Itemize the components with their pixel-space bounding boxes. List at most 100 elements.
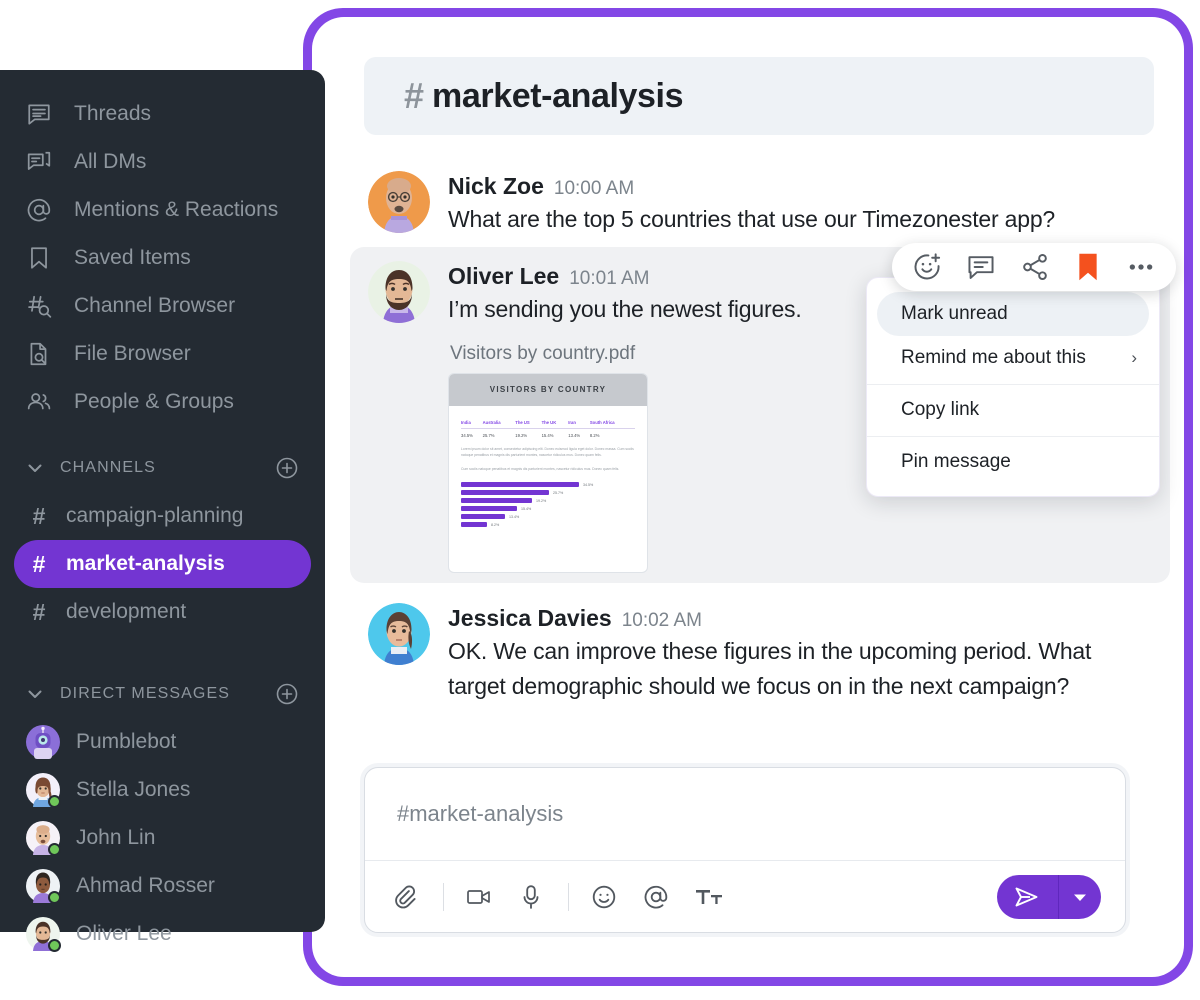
sidebar-item-threads[interactable]: Threads	[0, 90, 325, 138]
message-body: Jessica Davies 10:02 AM OK. We can impro…	[448, 603, 1152, 704]
chat-window-frame: # market-analysis Nick Zoe 10:00 AM What…	[303, 8, 1193, 986]
message-timestamp: 10:00 AM	[553, 178, 635, 199]
sidebar-item-label: People & Groups	[74, 390, 234, 413]
sidebar-item-mentions-reactions[interactable]: Mentions & Reactions	[0, 186, 325, 234]
record-video-button[interactable]	[466, 884, 494, 910]
chevron-down-icon[interactable]	[26, 685, 44, 703]
attachment-preview[interactable]: VISITORS BY COUNTRY India Australia The …	[448, 372, 648, 573]
table-header-cell: Iran	[568, 419, 590, 429]
message-author: Nick Zoe	[448, 173, 544, 199]
bar	[461, 482, 579, 487]
sidebar-item-people-groups[interactable]: People & Groups	[0, 378, 325, 426]
sidebar-dm-oliver-lee[interactable]: Oliver Lee	[0, 910, 325, 958]
attach-file-button[interactable]	[391, 884, 417, 910]
avatar	[26, 869, 61, 904]
channels-section-header[interactable]: CHANNELS	[0, 444, 325, 492]
channel-label: campaign-planning	[66, 504, 244, 527]
dm-label: John Lin	[76, 826, 156, 849]
sidebar-dm-ahmad-rosser[interactable]: Ahmad Rosser	[0, 862, 325, 910]
sidebar-channel-development[interactable]: # development	[14, 588, 311, 636]
chevron-down-icon[interactable]	[26, 459, 44, 477]
sidebar-item-label: Mentions & Reactions	[74, 198, 279, 221]
pdf-title-band: VISITORS BY COUNTRY	[449, 373, 647, 406]
table-header-cell: South Africa	[589, 419, 635, 429]
insert-emoji-button[interactable]	[591, 884, 617, 910]
send-options-button[interactable]	[1059, 891, 1101, 903]
reply-in-thread-icon[interactable]	[966, 252, 996, 282]
save-message-icon[interactable]	[1074, 252, 1102, 282]
message-context-menu: Mark unread Remind me about this › Copy …	[866, 277, 1160, 497]
sidebar-item-label: Channel Browser	[74, 294, 236, 317]
pdf-paragraph: Lorem ipsum dolor sit amet, consectetur …	[461, 446, 634, 457]
bar-label: 15.4%	[521, 506, 532, 511]
sidebar-item-label: Threads	[74, 102, 152, 125]
message-timestamp: 10:01 AM	[569, 267, 650, 289]
at-mention-icon	[26, 197, 56, 223]
sidebar-item-label: File Browser	[74, 342, 191, 365]
sidebar-item-label: Saved Items	[74, 246, 191, 269]
avatar	[26, 917, 61, 952]
menu-item-label: Pin message	[901, 451, 1011, 472]
send-button-group	[997, 874, 1101, 919]
avatar	[26, 725, 60, 759]
bar-row: 8.2%	[461, 522, 635, 527]
table-header-cell: India	[461, 419, 483, 429]
message-author: Oliver Lee	[448, 262, 560, 289]
menu-item-pin-message[interactable]: Pin message	[867, 436, 1159, 484]
app-root: # market-analysis Nick Zoe 10:00 AM What…	[0, 0, 1200, 1000]
bar-row: 34.5%	[461, 482, 635, 487]
menu-item-mark-unread[interactable]: Mark unread	[877, 292, 1149, 336]
more-actions-icon[interactable]	[1126, 252, 1156, 282]
message-header: Jessica Davies 10:02 AM	[448, 605, 1152, 632]
table-header-cell: The UK	[541, 419, 569, 429]
sidebar-dm-john-lin[interactable]: John Lin	[0, 814, 325, 862]
bar-row: 13.4%	[461, 514, 635, 519]
pdf-bar-chart: 34.5% 25.7% 19.2% 15.4% 13.4% 8.2%	[461, 482, 635, 527]
sidebar-channel-campaign-planning[interactable]: # campaign-planning	[14, 492, 311, 540]
menu-item-remind-me[interactable]: Remind me about this ›	[867, 336, 1159, 380]
dm-section-header[interactable]: DIRECT MESSAGES	[0, 670, 325, 718]
table-header-cell: Australia	[482, 419, 516, 429]
table-cell: 34.5%	[461, 432, 473, 438]
send-button[interactable]	[997, 885, 1058, 909]
message-input[interactable]: #market-analysis	[365, 768, 1125, 860]
toolbar-divider	[568, 882, 569, 911]
sidebar-item-file-browser[interactable]: File Browser	[0, 330, 325, 378]
sidebar-dm-stella-jones[interactable]: Stella Jones	[0, 766, 325, 814]
bar-row: 15.4%	[461, 506, 635, 511]
avatar	[368, 171, 430, 233]
bar-row: 25.7%	[461, 490, 635, 495]
format-text-button[interactable]	[695, 885, 723, 909]
table-header-cell: The US	[515, 419, 542, 429]
table-cell: 8.2%	[589, 432, 600, 438]
dm-label: Ahmad Rosser	[76, 874, 215, 897]
add-channel-button[interactable]	[275, 456, 299, 480]
dm-section-title: DIRECT MESSAGES	[60, 685, 231, 702]
sidebar-channel-market-analysis[interactable]: # market-analysis	[14, 540, 311, 588]
menu-item-label: Copy link	[901, 399, 980, 420]
pdf-title: VISITORS BY COUNTRY	[489, 385, 607, 395]
mention-user-button[interactable]	[643, 884, 669, 910]
add-dm-button[interactable]	[275, 682, 299, 706]
bar	[461, 506, 517, 511]
message-item: Jessica Davies 10:02 AM OK. We can impro…	[350, 589, 1170, 714]
sidebar-dm-pumblebot[interactable]: Pumblebot	[0, 718, 325, 766]
channel-header: # market-analysis	[364, 57, 1154, 135]
avatar	[26, 773, 61, 808]
message-text: What are the top 5 countries that use ou…	[448, 206, 1055, 232]
add-reaction-icon[interactable]	[912, 252, 942, 282]
table-row: 34.5% 25.7% 19.2% 15.4% 13.4% 8.2%	[461, 428, 635, 438]
sidebar-item-channel-browser[interactable]: Channel Browser	[0, 282, 325, 330]
sidebar-item-saved-items[interactable]: Saved Items	[0, 234, 325, 282]
share-message-icon[interactable]	[1020, 252, 1050, 282]
all-dms-icon	[26, 149, 56, 175]
message-author: Jessica Davies	[448, 604, 612, 631]
sidebar-item-label: All DMs	[74, 150, 147, 173]
message-composer: #market-analysis	[364, 767, 1126, 933]
menu-item-copy-link[interactable]: Copy link	[867, 384, 1159, 432]
menu-item-label: Mark unread	[901, 303, 1008, 324]
sidebar-item-all-dms[interactable]: All DMs	[0, 138, 325, 186]
record-audio-button[interactable]	[520, 884, 542, 910]
online-status-dot	[48, 891, 61, 904]
dm-label: Stella Jones	[76, 778, 191, 801]
